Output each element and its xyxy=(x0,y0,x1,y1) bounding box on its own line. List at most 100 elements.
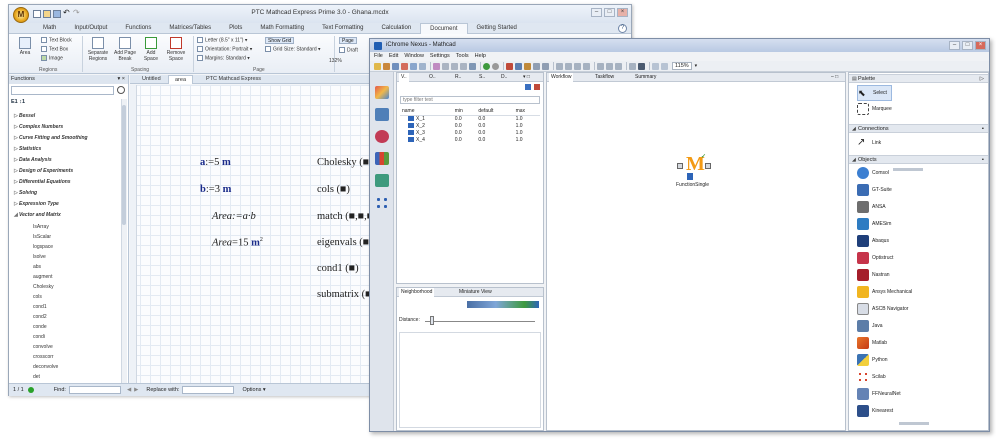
category-statistics[interactable]: ▷Statistics xyxy=(14,146,41,152)
debug-icon[interactable] xyxy=(506,62,513,70)
tab-matrices-tables[interactable]: Matrices/Tables xyxy=(160,23,220,34)
menu-help[interactable]: Help xyxy=(475,52,486,61)
maximize-icon[interactable]: □ xyxy=(604,8,615,17)
menu-settings[interactable]: Settings xyxy=(430,52,450,61)
text-box-button[interactable]: Text Box xyxy=(41,46,68,52)
print-icon[interactable] xyxy=(469,62,476,70)
col-min[interactable]: min xyxy=(452,107,477,116)
remove-variable-icon[interactable] xyxy=(534,84,540,90)
table-icon[interactable] xyxy=(638,62,645,70)
palette-object-ffneuralnet[interactable]: FFNeuralNet xyxy=(857,386,901,402)
zoom-in-icon[interactable] xyxy=(652,62,659,70)
editor-min-max-icon[interactable]: – □ xyxy=(829,73,840,82)
save-icon[interactable] xyxy=(392,62,399,70)
layout-icon[interactable] xyxy=(615,62,622,70)
separate-regions-button[interactable]: Separate Regions xyxy=(86,37,110,62)
tab-variables[interactable]: V.. xyxy=(399,73,409,82)
cluster-perspective-icon[interactable] xyxy=(375,196,389,209)
tab-designs[interactable]: D.. xyxy=(499,73,509,82)
find-next-icon[interactable]: ▶ xyxy=(134,387,138,393)
paper-size-dropdown[interactable]: Letter (8.5" x 11") ▾ xyxy=(197,37,247,43)
breakpoint-icon[interactable] xyxy=(524,62,531,70)
new-project-icon[interactable] xyxy=(374,62,381,70)
input-port[interactable] xyxy=(677,163,683,169)
paste-icon[interactable] xyxy=(419,62,426,70)
zoom-dropdown[interactable]: 115% xyxy=(672,62,692,70)
grid-icon[interactable] xyxy=(606,62,613,70)
section-menu-icon[interactable]: ▪ xyxy=(982,156,984,164)
math-region-area-def[interactable]: Area:=a·b xyxy=(212,211,256,222)
col-name[interactable]: name xyxy=(400,107,453,116)
tab-math[interactable]: Math xyxy=(34,23,65,34)
distribute-icon[interactable] xyxy=(597,62,604,70)
align-left-icon[interactable] xyxy=(556,62,563,70)
menu-file[interactable]: File xyxy=(374,52,383,61)
function-template-match[interactable]: match (■,■,■) xyxy=(317,211,377,222)
col-default[interactable]: default xyxy=(476,107,514,116)
function-template-cholesky[interactable]: Cholesky (■) xyxy=(317,157,373,168)
tab-neighborhood[interactable]: Neighborhood xyxy=(399,288,435,297)
output-port[interactable] xyxy=(705,163,711,169)
function-template-cols[interactable]: cols (■) xyxy=(317,184,350,195)
palette-link-tool[interactable]: ↗ Link xyxy=(857,135,881,151)
function-item[interactable]: Cholesky xyxy=(33,284,54,290)
remove-space-button[interactable]: Remove Space xyxy=(164,37,188,62)
margins-dropdown[interactable]: Margins: Standard ▾ xyxy=(197,55,250,61)
step-into-icon[interactable] xyxy=(542,62,549,70)
section-menu-icon[interactable]: ▪ xyxy=(982,125,984,133)
palette-object-optistruct[interactable]: Optistruct xyxy=(857,250,893,266)
find-prev-icon[interactable]: ◀ xyxy=(127,387,131,393)
add-space-button[interactable]: Add Space xyxy=(140,37,162,62)
function-item[interactable]: lsolve xyxy=(33,254,46,260)
zoom-value[interactable]: 132% xyxy=(329,58,342,64)
search-icon[interactable] xyxy=(117,86,125,94)
palette-marquee-tool[interactable]: Marquee xyxy=(857,101,892,117)
list-icon[interactable] xyxy=(629,62,636,70)
palette-object-gt-suite[interactable]: GT-Suite xyxy=(857,182,892,198)
palette-object-java[interactable]: Java xyxy=(857,318,883,334)
neighborhood-tools[interactable] xyxy=(467,301,539,308)
palette-object-ansys-mechanical[interactable]: Ansys Mechanical xyxy=(857,284,912,300)
functions-search-input[interactable] xyxy=(11,86,114,95)
distance-slider[interactable] xyxy=(425,321,535,322)
function-item[interactable]: cols xyxy=(33,294,42,300)
optimization-perspective-icon[interactable] xyxy=(375,130,389,143)
tab-calculation[interactable]: Calculation xyxy=(372,23,420,34)
area-button[interactable]: Area xyxy=(15,37,35,56)
tab-outputs[interactable]: O.. xyxy=(427,73,438,82)
palette-object-abaqus[interactable]: Abaqus xyxy=(857,233,889,249)
category-solving[interactable]: ▷Solving xyxy=(14,190,37,196)
palette-object-ascb-navigator[interactable]: ASCB Navigator xyxy=(857,301,908,317)
math-region-b[interactable]: b:=3 m xyxy=(200,184,231,195)
options-button[interactable]: Options ▾ xyxy=(242,387,265,393)
tab-untitled[interactable]: Untitled xyxy=(136,75,167,84)
add-page-break-button[interactable]: Add Page Break xyxy=(113,37,137,62)
page-view-toggle[interactable]: Page xyxy=(339,37,357,44)
function-item[interactable]: cond2 xyxy=(33,314,47,320)
grid-size-dropdown[interactable]: Grid Size: Standard ▾ xyxy=(265,46,321,52)
category-complex-numbers[interactable]: ▷Complex Numbers xyxy=(14,124,63,130)
maximize-icon[interactable]: □ xyxy=(962,41,973,50)
function-item[interactable]: deconvolve xyxy=(33,364,58,370)
function-item[interactable]: IsScalar xyxy=(33,234,51,240)
tab-text-formatting[interactable]: Text Formatting xyxy=(313,23,372,34)
tab-responses[interactable]: R.. xyxy=(453,73,463,82)
run-icon[interactable] xyxy=(401,62,408,70)
align-bottom-icon[interactable] xyxy=(583,62,590,70)
view-menu-icon[interactable]: ▾ □ xyxy=(521,73,532,82)
image-button[interactable]: Image xyxy=(41,55,63,61)
distance-slider-handle[interactable] xyxy=(430,316,434,325)
palette-object-amesim[interactable]: AMESim xyxy=(857,216,891,232)
table-row[interactable]: X_4 0.0 0.0 1.0 xyxy=(400,137,540,144)
show-grid-toggle[interactable]: Show Grid xyxy=(265,37,295,44)
palette-object-ansa[interactable]: ANSA xyxy=(857,199,886,215)
palette-select-tool[interactable]: ⬉ Select xyxy=(857,85,892,101)
category-data-analysis[interactable]: ▷Data Analysis xyxy=(14,157,52,163)
close-icon[interactable]: × xyxy=(975,41,986,50)
chevron-right-icon[interactable]: ▷ xyxy=(980,75,984,83)
tab-taskflow[interactable]: Taskflow xyxy=(593,73,616,82)
tab-input-output[interactable]: Input/Output xyxy=(65,23,116,34)
category-differential-equations[interactable]: ▷Differential Equations xyxy=(14,179,71,185)
redo-icon[interactable] xyxy=(442,62,449,70)
category-expression-type[interactable]: ▷Expression Type xyxy=(14,201,59,207)
